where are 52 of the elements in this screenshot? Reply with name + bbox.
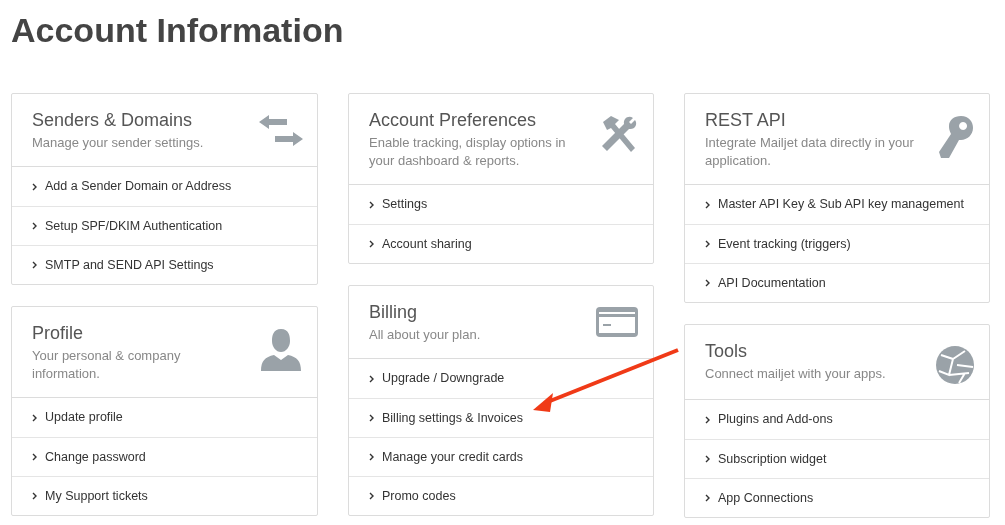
- menu-link[interactable]: My Support tickets: [12, 476, 317, 515]
- menu-link[interactable]: API Documentation: [685, 263, 989, 302]
- chevron-icon: [705, 415, 710, 424]
- globe-icon: [935, 345, 975, 385]
- page-title: Account Information: [11, 10, 345, 51]
- chevron-icon: [705, 200, 710, 209]
- chevron-icon: [369, 414, 374, 422]
- menu-link[interactable]: Change password: [12, 437, 317, 476]
- chevron-icon: [369, 200, 374, 209]
- menu-link[interactable]: Subscription widget: [685, 439, 989, 478]
- menu-link[interactable]: App Connections: [685, 478, 989, 517]
- menu-link[interactable]: Upgrade / Downgrade: [349, 359, 653, 398]
- chevron-icon: [369, 374, 374, 383]
- chevron-icon: [32, 453, 37, 461]
- chevron-icon: [32, 413, 37, 422]
- card-title: REST API: [705, 109, 787, 132]
- chevron-icon: [705, 279, 710, 287]
- card-description: All about your plan.: [369, 326, 481, 344]
- credit-card-icon: [595, 306, 639, 338]
- card-title: Senders & Domains: [32, 109, 194, 132]
- menu-link[interactable]: Plugins and Add-ons: [685, 400, 989, 439]
- chevron-icon: [32, 182, 37, 191]
- arrows-swap-icon: [259, 114, 303, 148]
- chevron-icon: [369, 492, 374, 500]
- card-description: Connect mailjet with your apps.: [705, 365, 886, 383]
- menu-link[interactable]: Account sharing: [349, 224, 653, 263]
- person-icon: [259, 327, 303, 371]
- card-title: Account Preferences: [369, 109, 538, 132]
- menu-link[interactable]: Event tracking (triggers): [685, 224, 989, 263]
- card-title: Billing: [369, 301, 419, 324]
- card-title: Profile: [32, 322, 85, 345]
- chevron-icon: [32, 492, 37, 500]
- chevron-icon: [369, 453, 374, 461]
- card-description: Integrate Mailjet data directly in your application.: [705, 134, 915, 170]
- card-description: Enable tracking, display options in your dashboard & reports.: [369, 134, 567, 170]
- menu-link[interactable]: Settings: [349, 185, 653, 224]
- menu-link[interactable]: SMTP and SEND API Settings: [12, 245, 317, 284]
- menu-link[interactable]: Update profile: [12, 398, 317, 437]
- menu-link[interactable]: Manage your credit cards: [349, 437, 653, 476]
- chevron-icon: [32, 222, 37, 230]
- chevron-icon: [705, 240, 710, 248]
- card-title: Tools: [705, 340, 749, 363]
- menu-link[interactable]: Setup SPF/DKIM Authentication: [12, 206, 317, 245]
- chevron-icon: [705, 494, 710, 502]
- menu-link[interactable]: Master API Key & Sub API key management: [685, 185, 989, 224]
- card-description: Manage your sender settings.: [32, 134, 204, 152]
- chevron-icon: [369, 240, 374, 248]
- menu-link[interactable]: Promo codes: [349, 476, 653, 515]
- menu-link[interactable]: Add a Sender Domain or Address: [12, 167, 317, 206]
- chevron-icon: [705, 455, 710, 463]
- card-description: Your personal & company information.: [32, 347, 182, 383]
- chevron-icon: [32, 261, 37, 269]
